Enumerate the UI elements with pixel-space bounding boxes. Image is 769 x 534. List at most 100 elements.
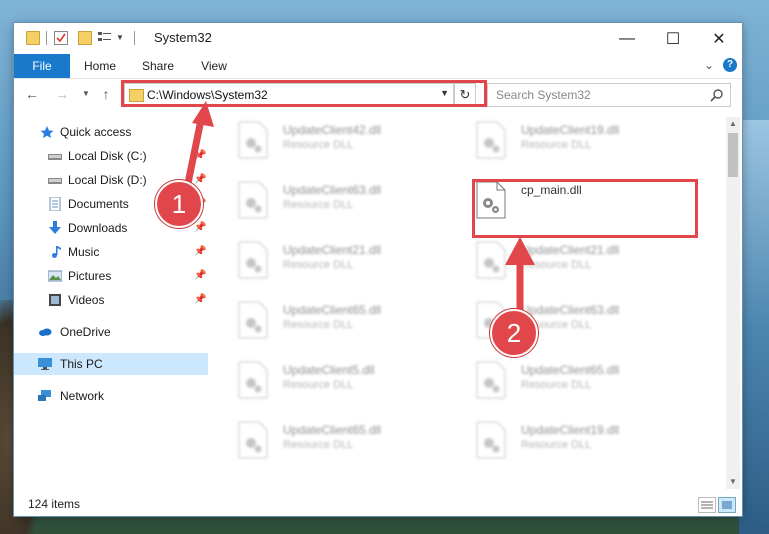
sidebar-item-label: Local Disk (C:)	[68, 149, 147, 163]
back-arrow-icon[interactable]: ←	[24, 86, 40, 102]
annotation-badge-1: 1	[155, 180, 203, 228]
sidebar-item-pictures[interactable]: Pictures 📌	[14, 265, 208, 287]
ribbon: File Home Share View ⌄ ?	[14, 54, 742, 79]
sidebar-item-label: Music	[68, 245, 100, 259]
sidebar-item-label: Network	[60, 389, 105, 403]
properties-check-icon[interactable]	[54, 31, 68, 45]
large-icons-view-icon[interactable]	[718, 497, 736, 513]
file-item[interactable]: UpdateClient5.dll Resource DLL	[208, 357, 438, 407]
dll-file-icon	[238, 181, 268, 219]
tab-view[interactable]: View	[190, 54, 238, 78]
file-type: Resource DLL	[521, 379, 592, 391]
file-name: UpdateClient63.dll	[283, 183, 382, 197]
videos-icon	[49, 294, 61, 306]
file-type: Resource DLL	[283, 439, 354, 451]
file-item[interactable]: UpdateClient21.dll Resource DLL	[446, 237, 676, 287]
recent-locations-icon[interactable]: ▼	[78, 86, 94, 102]
ribbon-expand-icon[interactable]: ⌄	[704, 58, 714, 72]
file-type: Resource DLL	[521, 439, 592, 451]
pin-icon[interactable]: 📌	[194, 241, 206, 263]
vertical-scrollbar[interactable]: ▲ ▼	[726, 117, 740, 489]
search-input[interactable]: Search System32	[496, 88, 591, 102]
dll-file-icon	[476, 361, 506, 399]
sidebar-item-network[interactable]: Network	[14, 385, 208, 407]
scroll-thumb[interactable]	[728, 133, 738, 177]
file-name: UpdateClient65.dll	[283, 423, 382, 437]
separator	[134, 31, 135, 45]
file-name: UpdateClient5.dll	[283, 363, 375, 377]
documents-icon	[49, 197, 61, 211]
dll-file-icon	[476, 421, 506, 459]
status-bar: 124 items	[14, 493, 742, 516]
sidebar-item-label: This PC	[60, 357, 103, 371]
pin-icon[interactable]: 📌	[194, 265, 206, 287]
chevron-down-icon[interactable]: ▼	[116, 33, 124, 47]
sidebar-item-label: Quick access	[60, 125, 132, 139]
maximize-button[interactable]: ☐	[650, 23, 696, 54]
network-icon	[38, 390, 51, 401]
background-sea	[739, 120, 769, 534]
forward-arrow-icon[interactable]: →	[54, 86, 70, 102]
tab-file[interactable]: File	[14, 54, 70, 78]
file-list: UpdateClient42.dll Resource DLL UpdateCl…	[208, 117, 724, 489]
file-name: UpdateClient65.dll	[521, 363, 620, 377]
dll-file-icon	[476, 121, 506, 159]
search-icon[interactable]	[710, 88, 724, 102]
sidebar-item-this-pc[interactable]: This PC	[14, 353, 208, 375]
file-name: UpdateClient65.dll	[283, 303, 382, 317]
window-title: System32	[154, 30, 212, 45]
new-folder-icon[interactable]	[78, 31, 92, 45]
sidebar-item-onedrive[interactable]: OneDrive	[14, 321, 208, 343]
dll-file-icon	[238, 361, 268, 399]
sidebar-item-label: Videos	[68, 293, 105, 307]
minimize-button[interactable]: —	[604, 23, 650, 54]
scroll-down-icon[interactable]: ▼	[726, 475, 740, 489]
file-item[interactable]: UpdateClient65.dll Resource DLL	[208, 417, 438, 467]
annotation-badge-2: 2	[490, 309, 538, 357]
separator	[46, 31, 47, 45]
dll-file-icon	[238, 121, 268, 159]
customize-icon[interactable]	[98, 31, 112, 43]
sidebar-item-music[interactable]: Music 📌	[14, 241, 208, 263]
sidebar-item-label: Documents	[68, 197, 129, 211]
quick-access-folder-icon[interactable]	[26, 31, 40, 45]
sidebar-item-label: Downloads	[68, 221, 128, 235]
computer-icon	[38, 358, 52, 370]
dll-file-icon	[238, 241, 268, 279]
file-name: UpdateClient19.dll	[521, 123, 620, 137]
sidebar-item-label: Pictures	[68, 269, 112, 283]
item-count: 124 items	[28, 497, 81, 511]
file-item[interactable]: UpdateClient63.dll Resource DLL	[208, 177, 438, 227]
tab-home[interactable]: Home	[76, 54, 124, 78]
drive-icon	[48, 178, 62, 184]
file-highlight	[472, 179, 698, 238]
sidebar-item-videos[interactable]: Videos 📌	[14, 289, 208, 311]
tab-share[interactable]: Share	[134, 54, 182, 78]
up-arrow-icon[interactable]: ↑	[98, 86, 114, 102]
file-item[interactable]: UpdateClient21.dll Resource DLL	[208, 237, 438, 287]
file-item[interactable]: UpdateClient42.dll Resource DLL	[208, 117, 438, 167]
file-name: UpdateClient42.dll	[283, 123, 382, 137]
title-bar: ▼ System32 — ☐ ✕	[14, 23, 742, 54]
details-view-icon[interactable]	[698, 497, 716, 513]
pin-icon[interactable]: 📌	[194, 289, 206, 311]
file-item[interactable]: UpdateClient63.dll Resource DLL	[446, 297, 676, 347]
dll-file-icon	[238, 301, 268, 339]
download-icon	[49, 221, 61, 234]
help-icon[interactable]: ?	[723, 58, 737, 72]
file-item[interactable]: UpdateClient65.dll Resource DLL	[446, 357, 676, 407]
file-type: Resource DLL	[283, 139, 354, 151]
file-name: UpdateClient21.dll	[283, 243, 382, 257]
file-item[interactable]: UpdateClient65.dll Resource DLL	[208, 297, 438, 347]
file-explorer-window: ▼ System32 — ☐ ✕ File Home Share View ⌄ …	[14, 23, 742, 516]
pictures-icon	[48, 270, 62, 282]
file-item[interactable]: UpdateClient19.dll Resource DLL	[446, 117, 676, 167]
sidebar-item-label: Local Disk (D:)	[68, 173, 147, 187]
search-box[interactable]: Search System32	[487, 83, 731, 107]
file-type: Resource DLL	[283, 379, 354, 391]
close-button[interactable]: ✕	[696, 23, 742, 54]
star-icon	[40, 126, 54, 138]
file-type: Resource DLL	[521, 139, 592, 151]
scroll-up-icon[interactable]: ▲	[726, 117, 740, 131]
file-item[interactable]: UpdateClient19.dll Resource DLL	[446, 417, 676, 467]
